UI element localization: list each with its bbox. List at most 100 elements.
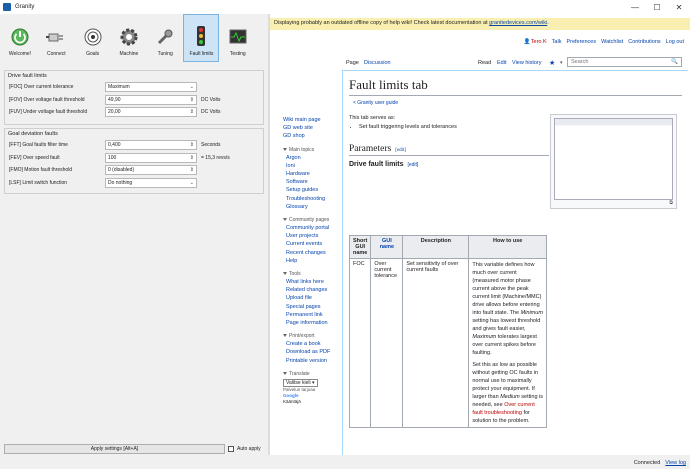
chevron-down-icon: ⌄ <box>189 84 194 91</box>
fft-row: [FFT] Goal faults filter time 0,400 ⇕ Sec… <box>5 139 263 152</box>
fmo-input[interactable]: 0 (disabled) ⇕ <box>105 165 197 176</box>
toolbar-label: Tuning <box>157 51 173 57</box>
view-log-link[interactable]: View log <box>665 460 686 466</box>
foc-label: [FOC] Over current tolerance <box>9 84 74 91</box>
auto-apply-checkbox[interactable]: Auto apply <box>228 446 261 452</box>
spin-icon[interactable]: ⇕ <box>190 109 194 115</box>
use-text-em: Maximum <box>472 334 497 340</box>
fev-label: [FEV] Over speed fault <box>9 154 60 161</box>
table-header[interactable]: GUI name <box>370 235 404 259</box>
toolbar-label: Fault limits <box>189 51 214 57</box>
subsection-edit-link[interactable]: [edit] <box>407 162 418 168</box>
app-icon <box>3 3 11 11</box>
checkbox-box[interactable] <box>228 446 234 452</box>
banner-end: . <box>547 20 549 26</box>
screenshot-thumbnail[interactable]: ⧉ <box>550 114 677 209</box>
watch-star-icon[interactable]: ★ <box>547 56 557 70</box>
fmo-value: 0 (disabled) <box>108 167 135 174</box>
lsf-value: Do nothing <box>108 179 133 186</box>
group-title: Goal deviation faults <box>8 131 58 137</box>
banner-text: Displaying probably an outdated offline … <box>274 20 490 26</box>
status-bar: Connected View log <box>0 457 690 469</box>
drive-fault-limits-group: Drive fault limits [FOC] Over current to… <box>4 70 264 125</box>
gear-icon <box>120 28 138 46</box>
use-text-em: Medium <box>500 394 520 400</box>
page-title: Fault limits tab <box>349 77 682 96</box>
foc-select[interactable]: Maximum ⌄ <box>105 82 197 93</box>
lsf-label: [LSF] Limit switch function <box>9 179 68 186</box>
tab-discussion[interactable]: Discussion <box>362 56 393 70</box>
table-cell: This variable defines how much over curr… <box>468 258 547 428</box>
maximize-button[interactable]: ☐ <box>646 3 668 12</box>
fov-input[interactable]: 49,90 ⇕ <box>105 94 197 105</box>
fev-input[interactable]: 100 ⇕ <box>105 152 197 163</box>
main-toolbar: Welcome! Connect Goals Machine Tuning Fa… <box>0 14 267 64</box>
fft-label: [FFT] Goal faults filter time <box>9 142 68 149</box>
toolbar-label: Testing <box>229 51 246 57</box>
search-icon[interactable]: 🔍 <box>671 59 678 65</box>
tab-page[interactable]: Page <box>344 56 361 70</box>
spin-icon[interactable]: ⇕ <box>190 142 194 148</box>
fft-input[interactable]: 0,400 ⇕ <box>105 140 197 151</box>
toolbar-tuning-button[interactable]: Tuning <box>147 14 183 62</box>
apply-settings-button[interactable]: Apply settings [Alt+A] <box>4 444 225 454</box>
watchlist-link[interactable]: Watchlist <box>601 39 623 45</box>
tab-view-history[interactable]: View history <box>510 56 544 70</box>
enlarge-icon[interactable]: ⧉ <box>554 200 673 206</box>
thumbnail-image[interactable] <box>554 118 673 200</box>
table-cell: Set sensitivity of over current faults <box>402 258 470 428</box>
chevron-down-icon: ⌄ <box>189 179 194 186</box>
fft-value: 0,400 <box>108 142 121 149</box>
plug-icon <box>46 33 64 42</box>
user-name: Tero K <box>530 39 547 45</box>
spin-icon[interactable]: ⇕ <box>190 97 194 103</box>
settings-pane: Drive fault limits [FOC] Over current to… <box>0 66 268 441</box>
contributions-link[interactable]: Contributions <box>628 39 660 45</box>
subsection-title: Drive fault limits <box>349 161 404 168</box>
toolbar-fault-limits-button[interactable]: Fault limits <box>183 14 220 62</box>
fuv-label: [FUV] Under voltage fault threshold <box>9 109 88 116</box>
toolbar-label: Connect <box>46 51 66 57</box>
article-content: Fault limits tab < Granity user guide Th… <box>342 70 688 455</box>
talk-link[interactable]: Talk <box>552 39 562 45</box>
tab-read[interactable]: Read <box>476 56 493 70</box>
power-icon <box>11 28 29 46</box>
fev-value: 100 <box>108 154 117 161</box>
fev-row: [FEV] Over speed fault 100 ⇕ = 15,3 revs/… <box>5 152 263 165</box>
minimize-button[interactable]: — <box>624 3 646 12</box>
preferences-link[interactable]: Preferences <box>566 39 596 45</box>
logout-link[interactable]: Log out <box>666 39 684 45</box>
lsf-select[interactable]: Do nothing ⌄ <box>105 177 197 188</box>
toolbar-connect-button[interactable]: Connect <box>38 14 74 62</box>
window-title: Granity <box>15 4 35 10</box>
fmo-label: [FMO] Motion fault threshold <box>9 167 73 174</box>
back-link[interactable]: < Granity user guide <box>353 100 682 106</box>
fov-unit: DC Volts <box>201 96 221 103</box>
user-icon: 👤 <box>523 39 531 45</box>
spin-icon[interactable]: ⇕ <box>190 167 194 173</box>
language-select-value: Valitse kieli <box>286 379 311 386</box>
group-title: Drive fault limits <box>8 73 47 79</box>
toolbar-machine-button[interactable]: Machine <box>111 14 147 62</box>
chevron-down-icon[interactable]: ▾ <box>558 56 565 70</box>
fuv-value: 20,00 <box>108 109 121 116</box>
foc-row: [FOC] Over current tolerance Maximum ⌄ <box>5 81 263 94</box>
spin-icon[interactable]: ⇕ <box>190 155 194 161</box>
language-select[interactable]: Valitse kieli ▾ <box>283 378 318 387</box>
user-link[interactable]: 👤Tero K <box>524 39 547 45</box>
close-button[interactable]: ✕ <box>668 3 690 12</box>
page-tabs: Page Discussion Read Edit View history ★… <box>344 56 686 70</box>
table-cell: FOC <box>348 258 372 428</box>
section-edit-link[interactable]: [edit] <box>395 148 406 153</box>
table-header: Short GUI name <box>348 235 372 259</box>
search-input[interactable]: Search 🔍 <box>567 57 682 67</box>
foc-value: Maximum <box>108 84 130 91</box>
traffic-light-icon <box>197 26 206 46</box>
toolbar-goals-button[interactable]: Goals <box>75 14 111 62</box>
tab-edit[interactable]: Edit <box>495 56 508 70</box>
connection-status: Connected <box>633 460 661 466</box>
fuv-input[interactable]: 20,00 ⇕ <box>105 107 197 118</box>
banner-link[interactable]: granitedevices.com/wiki <box>489 20 547 26</box>
toolbar-welcome-button[interactable]: Welcome! <box>2 14 38 62</box>
toolbar-testing-button[interactable]: Testing <box>220 14 256 62</box>
